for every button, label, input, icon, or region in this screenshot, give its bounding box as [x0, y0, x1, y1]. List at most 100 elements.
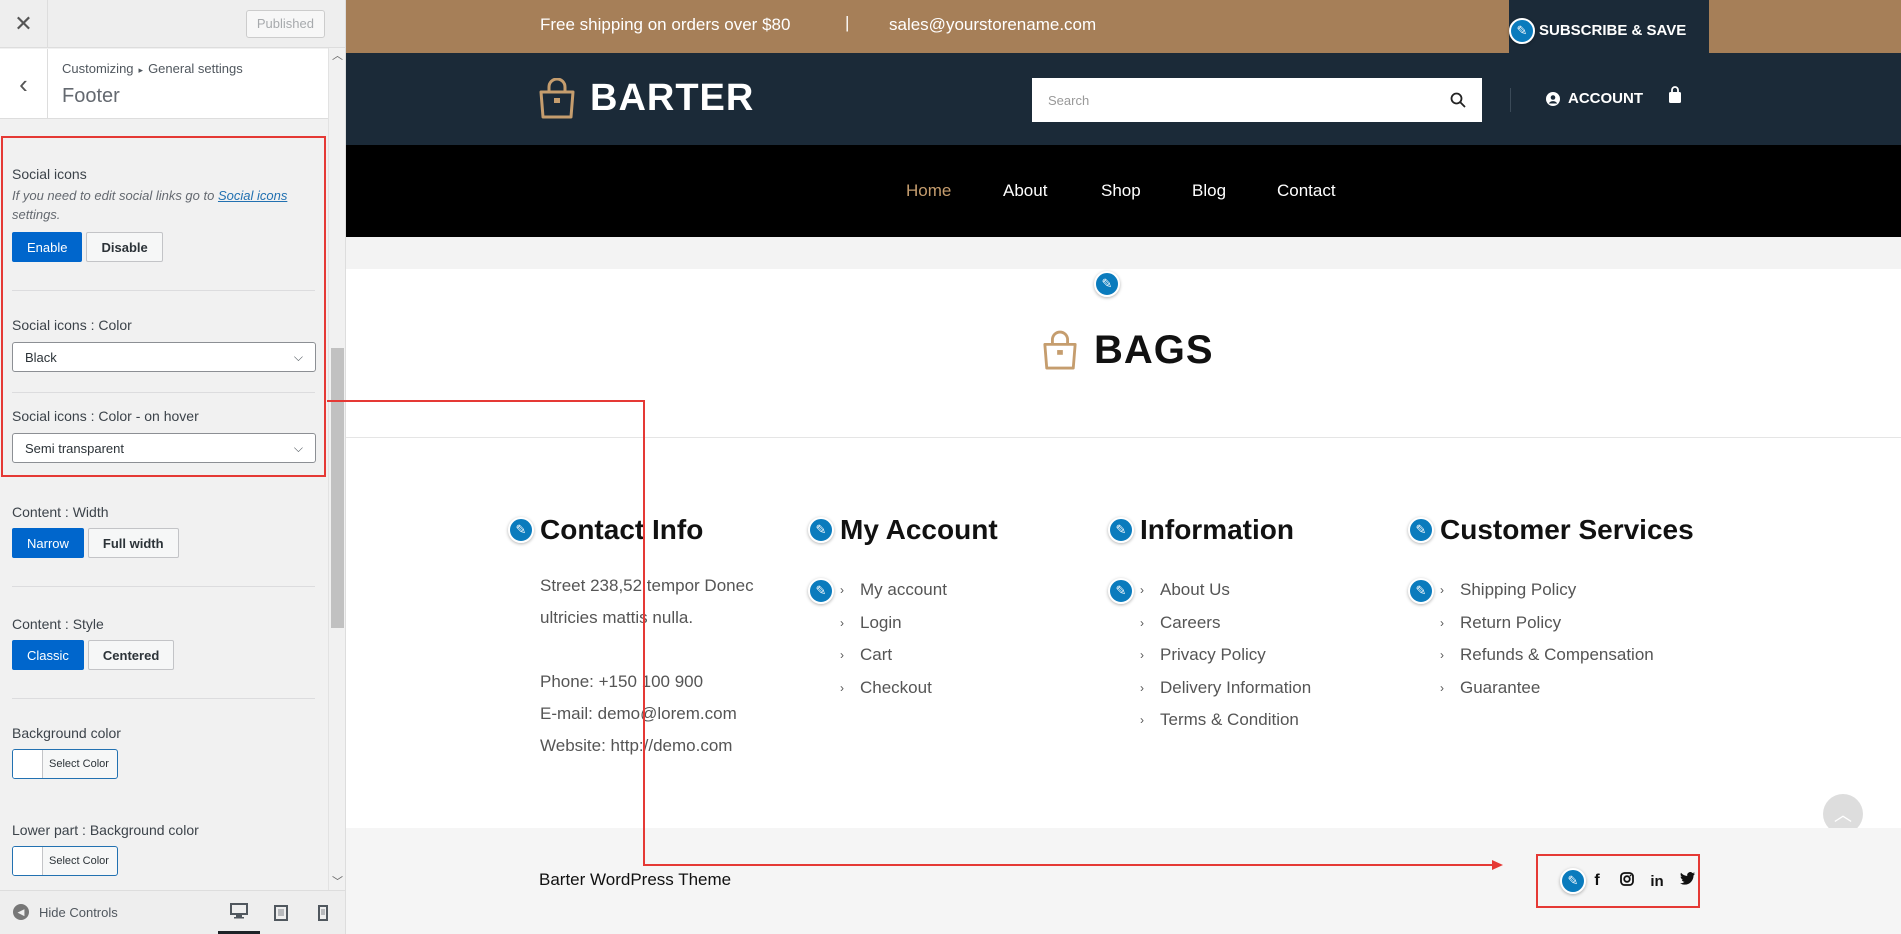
subscribe-button[interactable]: SUBSCRIBE & SAVE	[1509, 0, 1709, 60]
list-item[interactable]: › Cart	[840, 639, 998, 672]
cart-icon[interactable]	[1668, 86, 1682, 109]
chevron-down-icon: ⌵	[293, 440, 303, 455]
chevron-right-icon: ›	[1440, 583, 1444, 598]
social-hover-select[interactable]: Semi transparent ⌵	[12, 433, 316, 463]
list-item[interactable]: › Shipping Policy	[1440, 574, 1694, 607]
back-icon[interactable]: ‹	[0, 49, 48, 119]
account-link[interactable]: ACCOUNT	[1546, 90, 1643, 107]
link-label: Cart	[860, 645, 893, 665]
select-color-label: Select Color	[49, 855, 109, 867]
footer-brand-text: BAGS	[1094, 328, 1214, 372]
my-account-title: My Account	[840, 514, 998, 545]
header-divider	[1510, 88, 1511, 112]
search-input[interactable]: Search	[1032, 78, 1482, 122]
scroll-down-icon[interactable]: ﹀	[329, 874, 345, 890]
list-item[interactable]: › Delivery Information	[1140, 672, 1311, 705]
edit-shortcut-icon[interactable]: ✎	[1408, 517, 1434, 543]
twitter-icon[interactable]	[1680, 872, 1695, 890]
social-color-value: Black	[25, 349, 57, 365]
content-width-control: Content : Width Narrow Full width	[12, 504, 316, 558]
nav-item-blog[interactable]: Blog	[1192, 181, 1226, 201]
store-email[interactable]: sales@yourstorename.com	[889, 15, 1096, 35]
chevron-right-icon: ›	[1440, 680, 1444, 695]
list-item[interactable]: › My account	[840, 574, 998, 607]
tablet-preview-icon[interactable]	[260, 891, 302, 934]
footer-customer-services-widget: Customer Services › Shipping Policy › Retu…	[1440, 514, 1694, 704]
chevron-right-icon: ›	[1140, 713, 1144, 728]
section-title: Footer	[62, 85, 120, 107]
edit-shortcut-icon[interactable]: ✎	[1108, 578, 1134, 604]
chevron-right-icon: ›	[840, 648, 844, 663]
edit-shortcut-icon[interactable]: ✎	[808, 578, 834, 604]
edit-shortcut-icon[interactable]: ✎	[1094, 271, 1120, 297]
full-width-button[interactable]: Full width	[87, 528, 179, 558]
social-icons-description: If you need to edit social links go to S…	[12, 186, 316, 224]
list-item[interactable]: › About Us	[1140, 574, 1311, 607]
nav-item-about[interactable]: About	[1003, 181, 1047, 201]
edit-shortcut-icon[interactable]: ✎	[1408, 578, 1434, 604]
list-item[interactable]: › Refunds & Compensation	[1440, 639, 1694, 672]
edit-shortcut-icon[interactable]: ✎	[1509, 18, 1535, 44]
social-icons-label: Social icons	[12, 166, 87, 182]
list-item[interactable]: › Careers	[1140, 607, 1311, 640]
scrollbar-thumb[interactable]	[331, 348, 344, 628]
published-button[interactable]: Published	[245, 10, 325, 38]
edit-shortcut-icon[interactable]: ✎	[1560, 868, 1586, 894]
list-item[interactable]: › Privacy Policy	[1140, 639, 1311, 672]
content-style-control: Content : Style Classic Centered	[12, 616, 316, 670]
main-navigation: Home About Shop Blog Contact	[346, 145, 1901, 237]
nav-item-shop[interactable]: Shop	[1101, 181, 1141, 201]
contact-address: Street 238,52 tempor Donec ultricies mat…	[540, 570, 754, 634]
facebook-icon[interactable]: f	[1590, 872, 1604, 890]
breadcrumb-root: Customizing	[62, 61, 134, 76]
footer-lower-part: Barter WordPress Theme ✎ f in	[346, 828, 1901, 934]
hide-controls-label: Hide Controls	[39, 904, 118, 920]
sidebar-scrollbar[interactable]: ︿ ﹀	[328, 48, 345, 890]
list-item[interactable]: › Return Policy	[1440, 607, 1694, 640]
narrow-button[interactable]: Narrow	[12, 528, 84, 558]
lower-background-color-picker[interactable]: Select Color	[12, 846, 118, 876]
social-icons-settings-link[interactable]: Social icons	[218, 188, 287, 203]
nav-item-home[interactable]: Home	[906, 181, 951, 201]
social-color-select[interactable]: Black ⌵	[12, 342, 316, 372]
account-label: ACCOUNT	[1568, 90, 1643, 107]
chevron-down-icon: ⌵	[293, 349, 303, 364]
link-label: Shipping Policy	[1460, 580, 1577, 600]
enable-button[interactable]: Enable	[12, 232, 83, 262]
list-item[interactable]: › Guarantee	[1440, 672, 1694, 705]
edit-shortcut-icon[interactable]: ✎	[508, 517, 534, 543]
edit-shortcut-icon[interactable]: ✎	[808, 517, 834, 543]
site-logo[interactable]: BARTER	[538, 77, 754, 120]
list-item[interactable]: › Terms & Condition	[1140, 704, 1311, 737]
content-width-label: Content : Width	[12, 504, 109, 520]
contact-website: Website: http://demo.com	[540, 736, 733, 755]
nav-item-contact[interactable]: Contact	[1277, 181, 1336, 201]
link-label: Login	[860, 612, 902, 632]
footer-my-account-widget: My Account › My account › Login › Cart › Che…	[840, 514, 998, 704]
background-color-picker[interactable]: Select Color	[12, 749, 118, 779]
chevron-right-icon: ›	[1140, 583, 1144, 598]
close-icon[interactable]: ✕	[0, 0, 48, 48]
hide-controls-button[interactable]: ◀ Hide Controls	[13, 904, 118, 920]
link-label: My account	[860, 580, 947, 600]
social-hover-value: Semi transparent	[25, 440, 124, 456]
scroll-up-icon[interactable]: ︿	[329, 48, 345, 64]
disable-button[interactable]: Disable	[86, 232, 163, 262]
linkedin-icon[interactable]: in	[1650, 873, 1664, 890]
classic-button[interactable]: Classic	[12, 640, 84, 670]
copyright-text: Barter WordPress Theme	[539, 870, 732, 889]
mobile-preview-icon[interactable]	[302, 891, 344, 934]
footer-brand: BAGS	[1042, 328, 1214, 373]
list-item[interactable]: › Checkout	[840, 672, 998, 705]
edit-shortcut-icon[interactable]: ✎	[1108, 517, 1134, 543]
list-item[interactable]: › Login	[840, 607, 998, 640]
desktop-preview-icon[interactable]	[218, 891, 260, 934]
shipping-text: Free shipping on orders over $80	[540, 15, 791, 34]
footer-divider	[346, 437, 1901, 438]
centered-button[interactable]: Centered	[87, 640, 175, 670]
breadcrumb: Customizing ▸ General settings	[62, 61, 243, 76]
instagram-icon[interactable]	[1620, 871, 1634, 891]
site-header: BARTER Search ACCOUNT	[346, 53, 1901, 145]
collapse-icon: ◀	[13, 904, 29, 920]
address-line: Street 238,52 tempor Donec	[540, 576, 754, 595]
